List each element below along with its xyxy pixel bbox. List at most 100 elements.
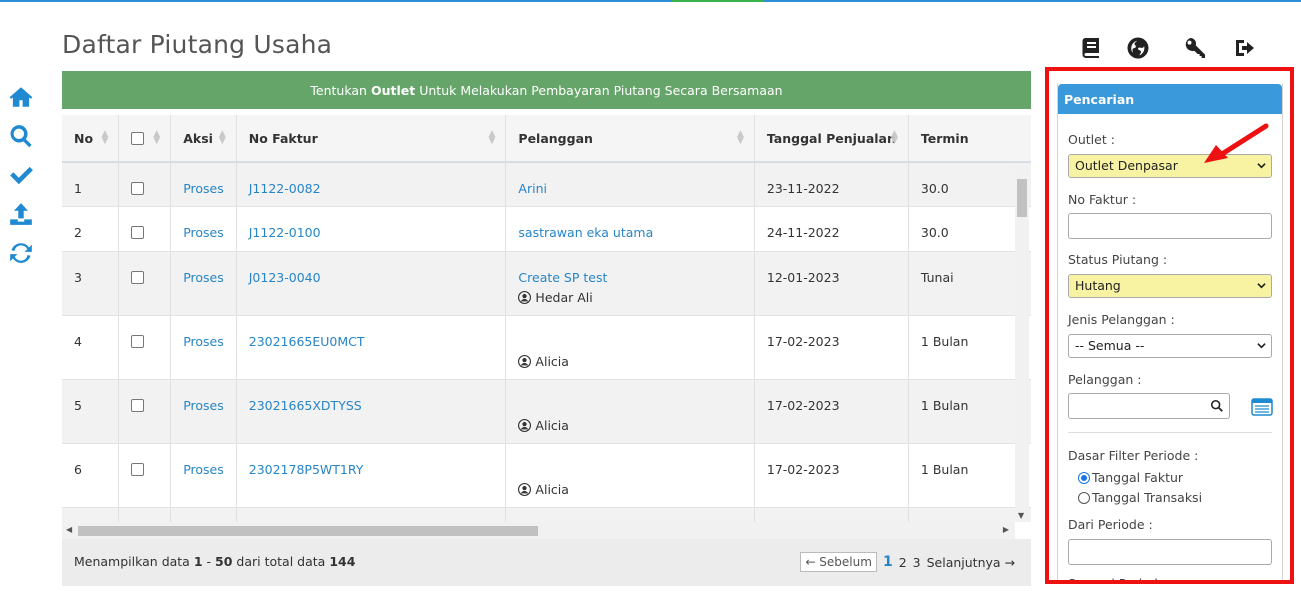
faktur-link[interactable]: J0123-0040 <box>249 270 321 285</box>
search-icon[interactable] <box>8 123 36 153</box>
row-no: 3 <box>74 269 82 285</box>
radio-button-selected[interactable] <box>1078 471 1090 484</box>
sort-icon: ▲ ▼ <box>488 129 496 146</box>
col-header-termin[interactable]: Termin <box>908 115 1031 163</box>
page-1-link[interactable]: 1 <box>883 554 893 570</box>
search-panel-title: Pencarian <box>1058 84 1282 114</box>
book-icon[interactable] <box>1079 36 1105 62</box>
radio-tanggal-faktur[interactable]: Tanggal Faktur <box>1078 470 1183 485</box>
check-icon[interactable] <box>8 162 36 192</box>
outlet-banner: Tentukan Outlet Untuk Melakukan Pembayar… <box>62 71 1031 109</box>
horizontal-scrollbar[interactable]: ◀ ▶ <box>62 522 1015 539</box>
red-arrow-annotation <box>1204 123 1269 163</box>
page-2-link[interactable]: 2 <box>899 555 907 570</box>
home-icon[interactable] <box>8 84 36 114</box>
upload-icon[interactable] <box>8 201 36 231</box>
tanggal-cell: 17-02-2023 <box>766 397 840 413</box>
table-row: 2 Proses J1122-0100 sastrawan eka utama … <box>62 206 1031 252</box>
divider <box>1068 432 1272 433</box>
faktur-link[interactable]: 2302178P5WT1RY <box>249 462 364 477</box>
proses-link[interactable]: Proses <box>183 225 224 240</box>
pelanggan-link[interactable]: sastrawan eka utama <box>518 225 653 240</box>
pelanggan-link[interactable]: Create SP test <box>518 270 607 285</box>
select-all-checkbox[interactable] <box>131 131 145 145</box>
pelanggan-input[interactable] <box>1068 393 1230 419</box>
row-checkbox[interactable] <box>131 225 145 239</box>
jenis-select[interactable]: -- Semua -- <box>1068 334 1272 358</box>
row-checkbox[interactable] <box>131 270 145 284</box>
vertical-scroll-thumb[interactable] <box>1017 179 1027 217</box>
table-row: 3 Proses J0123-0040 Create SP test Hedar… <box>62 251 1031 316</box>
proses-link[interactable]: Proses <box>183 270 224 285</box>
row-no: 4 <box>74 333 82 349</box>
faktur-link[interactable]: J1122-0100 <box>249 225 321 240</box>
row-checkbox[interactable] <box>131 398 145 412</box>
proses-link[interactable]: Proses <box>183 398 224 413</box>
table-row: 1 Proses J1122-0082 Arini 23-11-2022 30.… <box>62 162 1031 207</box>
col-header-pelanggan[interactable]: Pelanggan ▲ ▼ <box>505 115 755 163</box>
faktur-link[interactable]: 23021665EU0MCT <box>249 334 365 349</box>
table-header-row: No ▲ ▼ ▲ ▼ Aksi ▲ ▼ No Faktur ▲ ▼ Pelanggan ▲ ▼ T… <box>62 115 1031 163</box>
vertical-scrollbar[interactable]: ▼ <box>1015 163 1029 522</box>
row-no: 5 <box>74 397 82 413</box>
left-nav <box>8 84 38 279</box>
status-select[interactable]: Hutang <box>1068 274 1272 298</box>
col-header-tanggal[interactable]: Tanggal Penjualan ▲ ▼ <box>754 115 909 163</box>
page-3-link[interactable]: 3 <box>913 555 921 570</box>
col-header-select[interactable]: ▲ ▼ <box>118 115 172 163</box>
top-toolbar <box>1076 36 1266 64</box>
table-row: 4 Proses 23021665EU0MCT Alicia 17-02-202… <box>62 315 1031 380</box>
jenis-label: Jenis Pelanggan : <box>1068 312 1175 327</box>
refresh-icon[interactable] <box>8 240 36 270</box>
proses-link[interactable]: Proses <box>183 334 224 349</box>
sign-out-icon[interactable] <box>1233 36 1259 62</box>
radio-tanggal-transaksi[interactable]: Tanggal Transaksi <box>1078 490 1202 505</box>
row-checkbox[interactable] <box>131 334 145 348</box>
next-page-link[interactable]: Selanjutnya → <box>927 555 1015 570</box>
user-circle-icon <box>518 355 532 368</box>
scroll-left-arrow[interactable]: ◀ <box>66 525 72 534</box>
faktur-input[interactable] <box>1068 213 1272 239</box>
dasar-filter-label: Dasar Filter Periode : <box>1068 448 1199 463</box>
user-circle-icon <box>518 419 532 432</box>
top-progress-line <box>672 0 764 2</box>
sort-icon: ▲ ▼ <box>153 129 161 146</box>
key-icon[interactable] <box>1183 36 1209 62</box>
user-circle-icon <box>518 483 532 496</box>
table-row: 5 Proses 23021665XDTYSS Alicia 17-02-202… <box>62 379 1031 444</box>
row-no: 1 <box>74 181 82 196</box>
list-icon[interactable] <box>1251 398 1273 416</box>
col-header-no-faktur[interactable]: No Faktur ▲ ▼ <box>236 115 507 163</box>
tanggal-cell: 17-02-2023 <box>766 333 840 349</box>
globe-icon[interactable] <box>1126 36 1152 62</box>
sort-icon: ▲ ▼ <box>218 129 226 146</box>
radio-button[interactable] <box>1078 491 1090 504</box>
pelanggan-link[interactable]: Arini <box>518 181 547 196</box>
outlet-label: Outlet : <box>1068 132 1115 147</box>
row-checkbox[interactable] <box>131 182 145 195</box>
col-header-aksi[interactable]: Aksi ▲ ▼ <box>170 115 237 163</box>
horizontal-scroll-thumb[interactable] <box>78 526 538 536</box>
scroll-right-arrow[interactable]: ▶ <box>1003 525 1009 534</box>
scroll-down-arrow[interactable]: ▼ <box>1018 511 1024 520</box>
row-checkbox[interactable] <box>131 462 145 476</box>
salesperson-name: Alicia <box>535 417 569 433</box>
proses-link[interactable]: Proses <box>183 181 224 196</box>
proses-link[interactable]: Proses <box>183 462 224 477</box>
col-header-no[interactable]: No ▲ ▼ <box>62 115 120 163</box>
faktur-link[interactable]: J1122-0082 <box>249 181 321 196</box>
pagination: ← Sebelum 1 2 3 Selanjutnya → <box>800 552 1015 572</box>
chevron-down-icon <box>1257 343 1266 349</box>
prev-page-button[interactable]: ← Sebelum <box>800 552 877 572</box>
chevron-down-icon <box>1257 283 1266 289</box>
row-no: 2 <box>74 224 82 240</box>
page-title: Daftar Piutang Usaha <box>62 30 333 59</box>
row-no: 6 <box>74 461 82 477</box>
tanggal-cell: 12-01-2023 <box>766 269 840 285</box>
search-icon[interactable] <box>1210 399 1224 413</box>
table-footer: Menampilkan data 1 - 50 dari total data … <box>62 539 1031 586</box>
faktur-link[interactable]: 23021665XDTYSS <box>249 398 362 413</box>
sampai-periode-label: Sampai Periode : <box>1068 576 1174 584</box>
top-accent-line <box>0 0 1301 2</box>
dari-periode-input[interactable] <box>1068 539 1272 565</box>
